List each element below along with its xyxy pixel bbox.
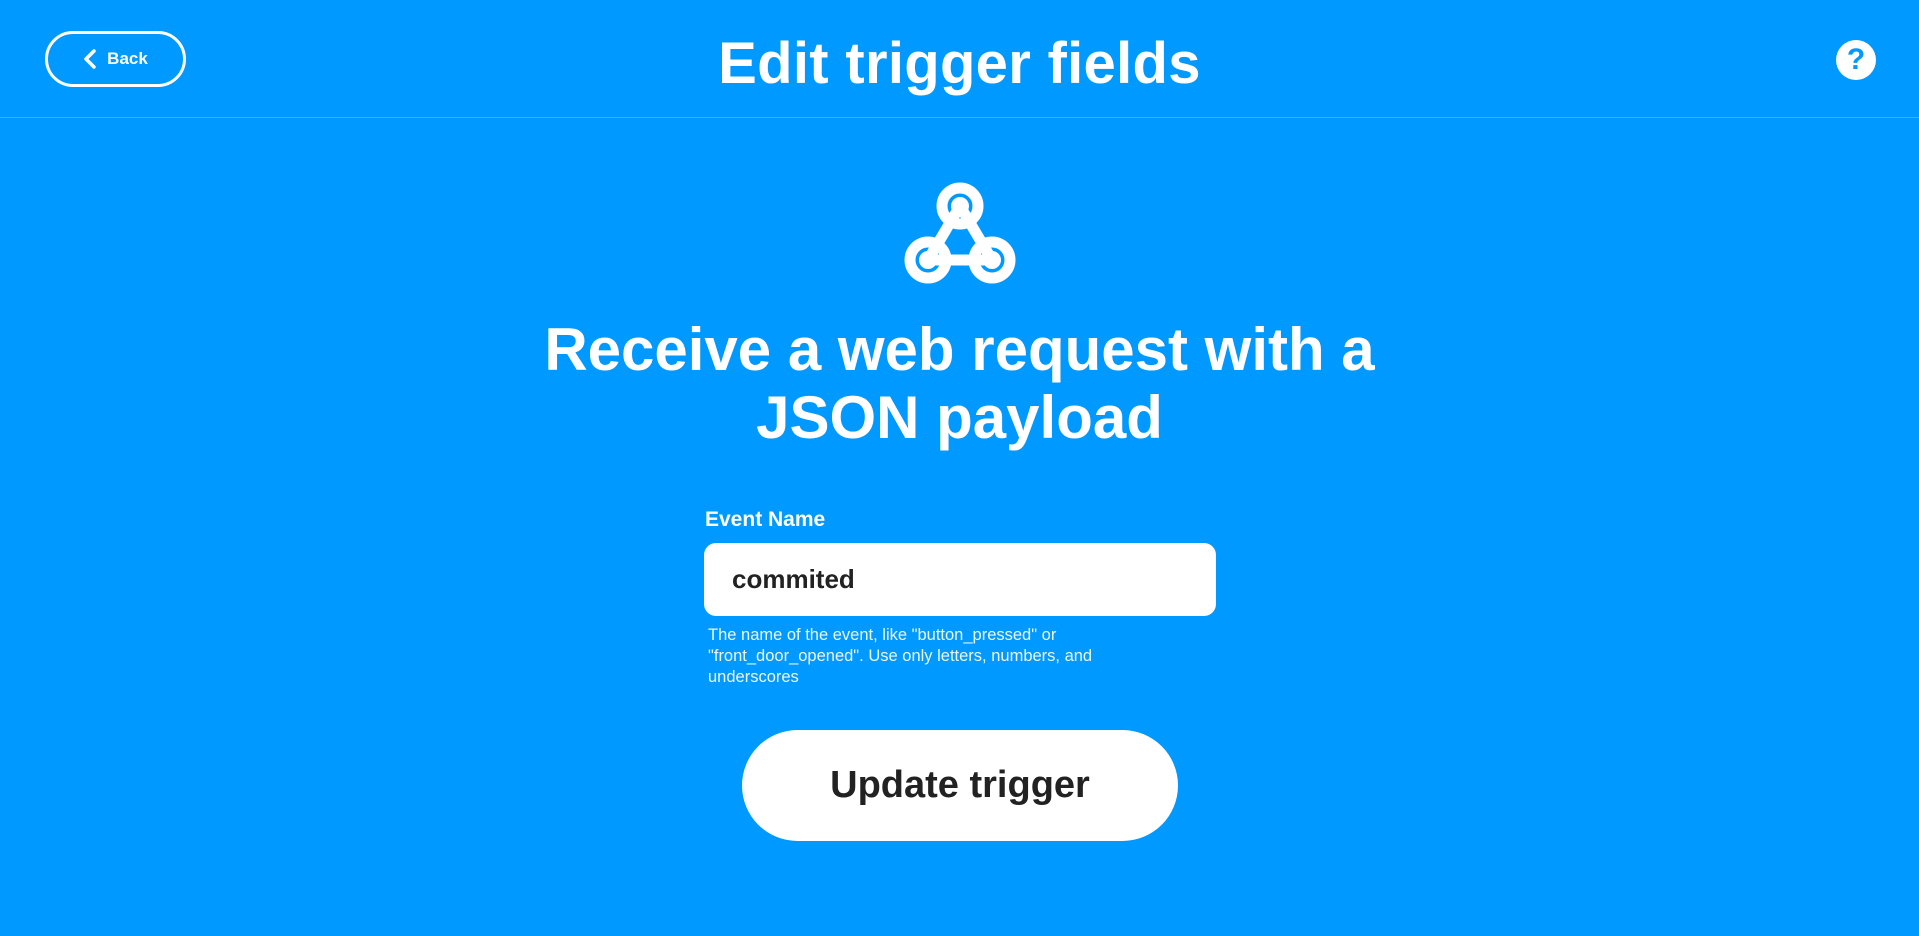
help-icon[interactable]: ? [1836, 40, 1876, 80]
event-name-input[interactable] [704, 543, 1216, 616]
header-bar: Back Edit trigger fields ? [0, 0, 1919, 118]
update-trigger-button[interactable]: Update trigger [742, 730, 1178, 841]
page-title: Edit trigger fields [718, 31, 1201, 96]
help-symbol: ? [1846, 43, 1866, 76]
trigger-title: Receive a web request with a JSON payloa… [544, 316, 1375, 451]
webhooks-icon [904, 182, 1016, 284]
update-trigger-label: Update trigger [830, 764, 1090, 806]
event-name-help-text: The name of the event, like "button_pres… [708, 626, 1093, 686]
event-name-label: Event Name [705, 508, 826, 531]
